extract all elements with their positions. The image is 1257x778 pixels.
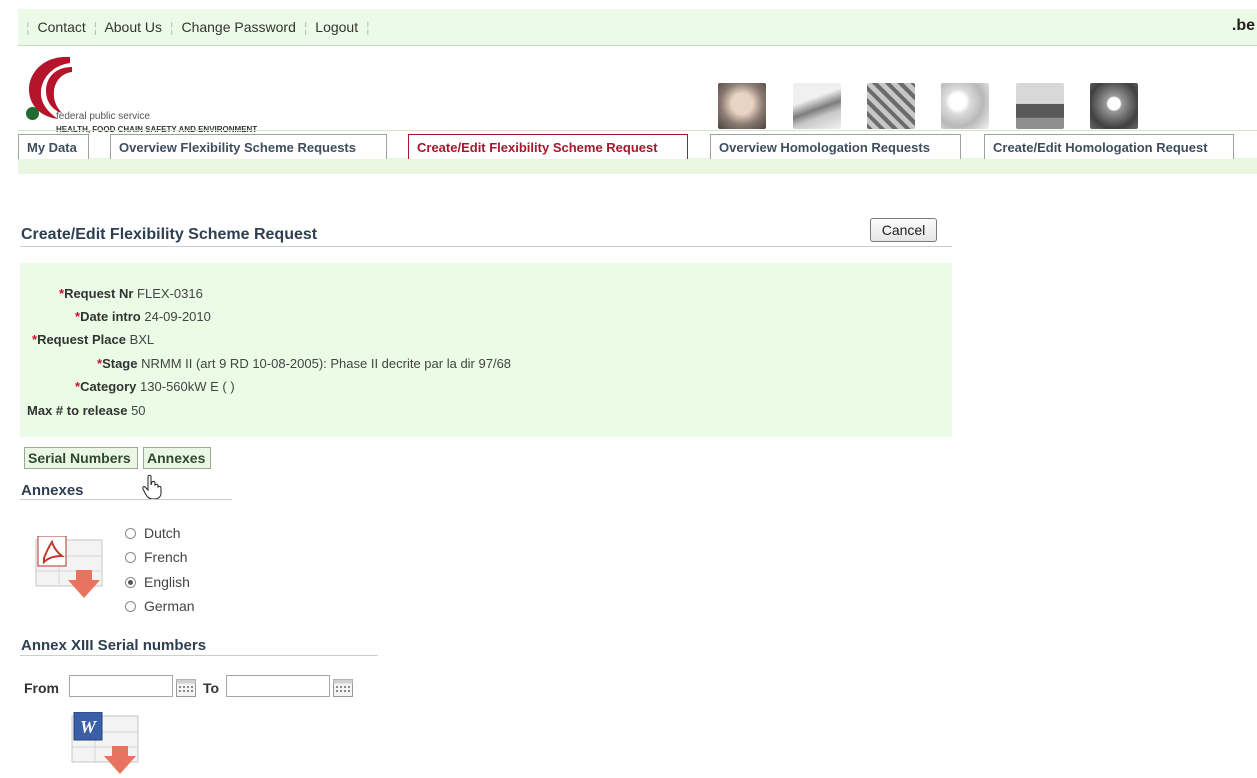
green-dot-icon [26, 107, 39, 120]
max-release-value: 50 [131, 403, 146, 418]
stage-label: Stage [102, 356, 138, 371]
date-intro-label: Date intro [80, 309, 141, 324]
radio-german[interactable] [125, 600, 136, 612]
tab-my-data[interactable]: My Data [18, 134, 89, 159]
serial-numbers-button[interactable]: Serial Numbers [24, 447, 138, 469]
from-calendar-icon[interactable] [176, 679, 196, 697]
contact-link[interactable]: Contact [38, 19, 86, 35]
about-us-link[interactable]: About Us [104, 19, 162, 35]
to-calendar-icon[interactable] [333, 679, 353, 697]
radio-dutch[interactable] [125, 527, 136, 539]
top-links: ¦ Contact ¦ About Us ¦ Change Password ¦… [26, 19, 370, 35]
from-label: From [24, 680, 59, 696]
logout-link[interactable]: Logout [315, 19, 358, 35]
stage-value: NRMM II (art 9 RD 10-08-2005): Phase II … [141, 356, 512, 371]
request-nr-value: FLEX-0316 [137, 286, 203, 301]
radio-french[interactable] [125, 551, 136, 563]
tab-overview-flexibility[interactable]: Overview Flexibility Scheme Requests [110, 134, 387, 159]
annexes-button[interactable]: Annexes [143, 447, 211, 469]
hands-photo-icon [793, 83, 841, 129]
tab-create-edit-flexibility[interactable]: Create/Edit Flexibility Scheme Request [408, 134, 688, 159]
category-label: Category [80, 379, 137, 394]
top-bar: ¦ Contact ¦ About Us ¦ Change Password ¦… [18, 9, 1257, 46]
serial-numbers-section-title: Annex XIII Serial numbers [21, 637, 207, 654]
request-place-value: BXL [129, 332, 155, 347]
request-place-label: Request Place [37, 332, 126, 347]
category-row: *Category 130-560kW E ( ) [75, 379, 235, 394]
tab-create-edit-homologation[interactable]: Create/Edit Homologation Request [984, 134, 1234, 159]
tab-bar: My Data Overview Flexibility Scheme Requ… [18, 130, 1257, 174]
svg-text:W: W [80, 717, 98, 737]
language-option-english[interactable]: English [125, 574, 190, 590]
max-release-row: Max # to release 50 [27, 403, 146, 418]
request-nr-label: Request Nr [64, 286, 134, 301]
to-label: To [203, 680, 220, 696]
title-divider [20, 246, 952, 247]
stage-row: *Stage NRMM II (art 9 RD 10-08-2005): Ph… [97, 356, 512, 371]
hand-cursor-icon [142, 474, 162, 500]
date-intro-row: *Date intro 24-09-2010 [75, 309, 211, 324]
tab-overview-homologation[interactable]: Overview Homologation Requests [710, 134, 961, 159]
annexes-section-title: Annexes [21, 482, 84, 499]
pdf-download-icon[interactable] [34, 536, 114, 600]
pills-photo-icon [941, 83, 989, 129]
request-info-panel: *Request Nr FLEX-0316 *Date intro 24-09-… [20, 263, 952, 437]
radio-english[interactable] [125, 576, 136, 588]
horse-photo-icon [1016, 83, 1064, 129]
wheelchair-photo-icon [867, 83, 915, 129]
change-password-link[interactable]: Change Password [181, 19, 295, 35]
child-photo-icon [718, 83, 766, 129]
page-title: Create/Edit Flexibility Scheme Request [21, 226, 318, 243]
org-line-1: federal public service [56, 111, 150, 122]
max-release-label: Max # to release [27, 403, 128, 418]
serial-numbers-divider [20, 655, 378, 656]
tab-underline [18, 158, 1257, 174]
from-input[interactable] [69, 675, 173, 697]
date-intro-value: 24-09-2010 [144, 309, 211, 324]
word-download-icon[interactable]: W [70, 712, 150, 778]
be-logo[interactable]: .be [1232, 17, 1255, 35]
to-input[interactable] [226, 675, 330, 697]
dandelion-photo-icon [1090, 83, 1138, 129]
language-option-german[interactable]: German [125, 598, 195, 614]
request-nr-row: *Request Nr FLEX-0316 [59, 286, 203, 301]
request-place-row: *Request Place BXL [32, 332, 155, 347]
cancel-button[interactable]: Cancel [870, 218, 937, 242]
annexes-divider [20, 499, 232, 500]
language-option-dutch[interactable]: Dutch [125, 525, 181, 541]
category-value: 130-560kW E ( ) [140, 379, 235, 394]
language-option-french[interactable]: French [125, 549, 188, 565]
